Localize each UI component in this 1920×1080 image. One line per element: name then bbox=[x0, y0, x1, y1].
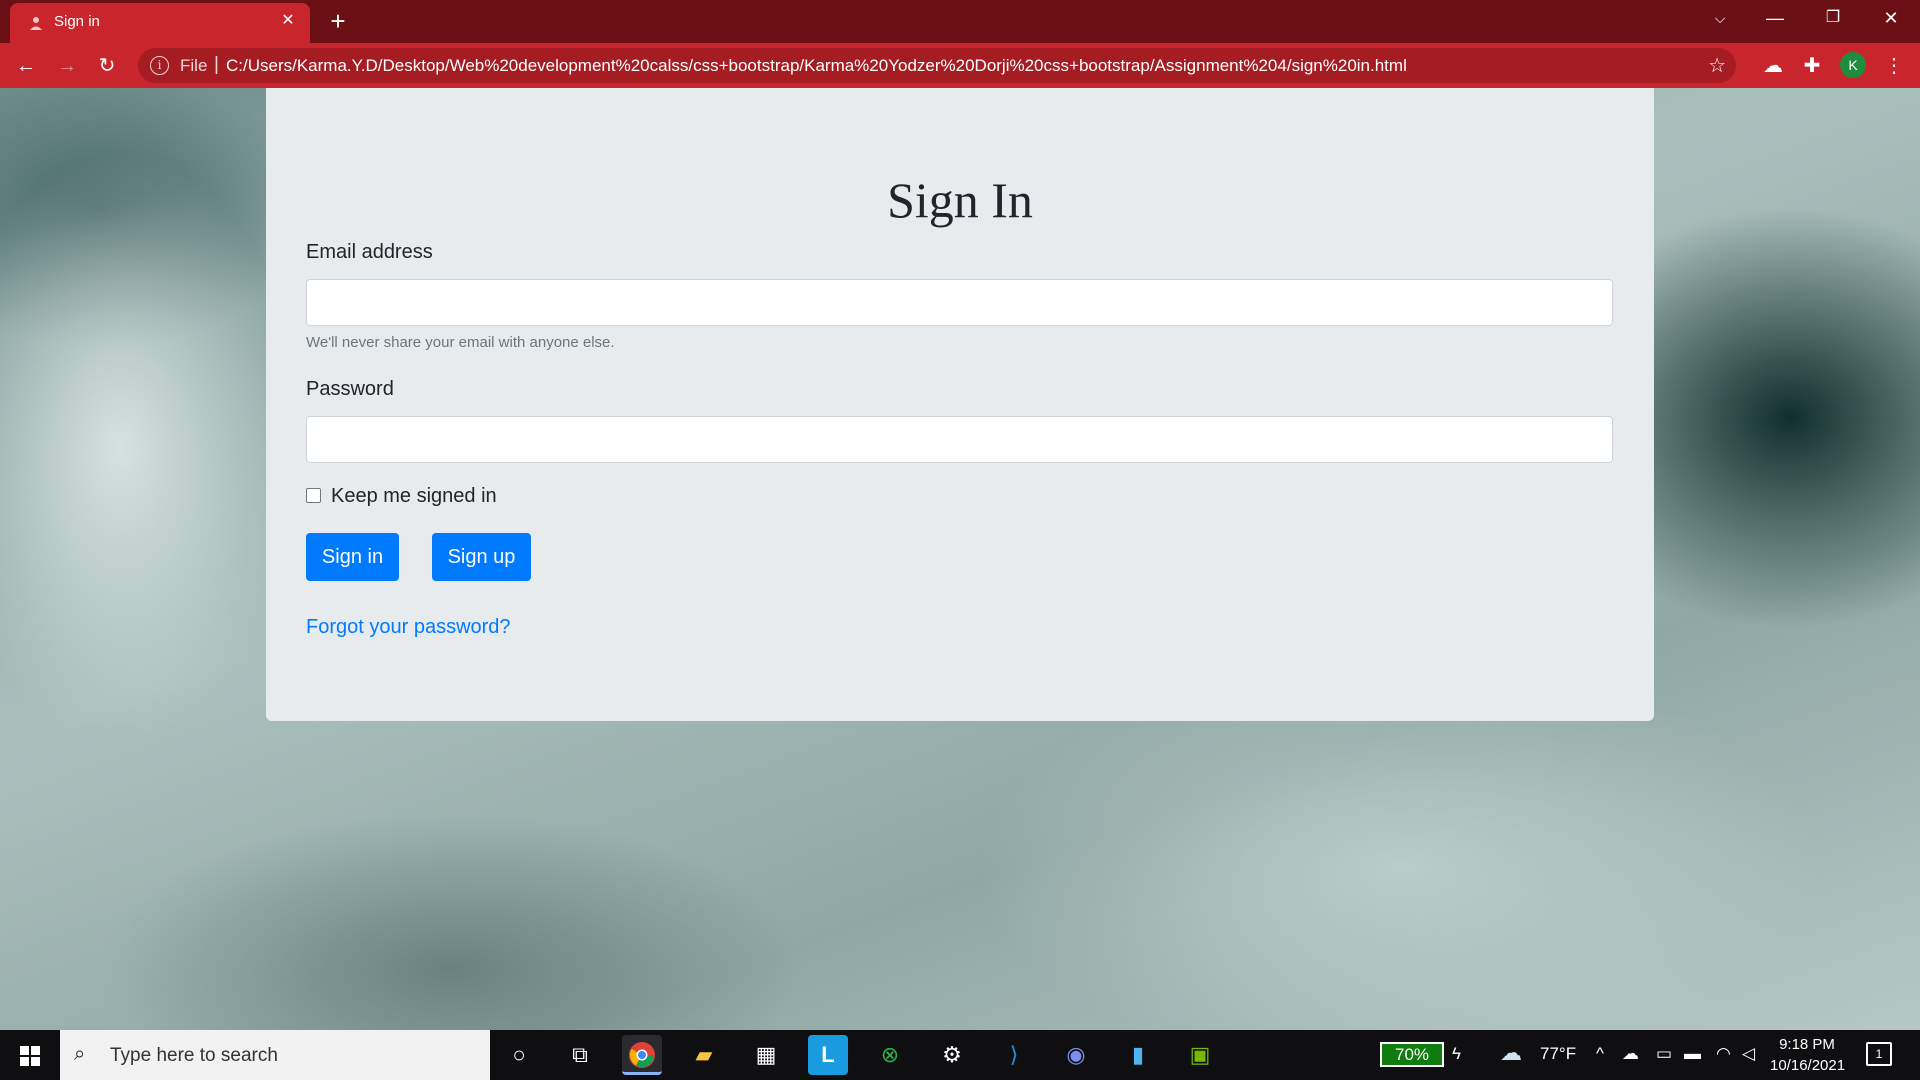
sign-in-card: Sign In Email address We'll never share … bbox=[266, 88, 1654, 721]
search-icon: ⌕ bbox=[74, 1043, 86, 1065]
temperature-text[interactable]: 77°F bbox=[1540, 1044, 1576, 1064]
windows-logo-pane bbox=[31, 1057, 40, 1066]
minimize-button[interactable]: — bbox=[1748, 0, 1802, 38]
meet-now-icon[interactable]: ▭ bbox=[1656, 1044, 1672, 1064]
tab-search-icon[interactable]: ⌵ bbox=[1693, 0, 1747, 38]
bookmark-star-icon[interactable]: ☆ bbox=[1708, 53, 1726, 78]
taskbar-search-box[interactable]: ⌕ Type here to search bbox=[60, 1030, 490, 1080]
extension-icon[interactable]: ☁ bbox=[1758, 51, 1788, 81]
email-field[interactable] bbox=[306, 279, 1613, 326]
profile-avatar[interactable]: K bbox=[1840, 52, 1866, 78]
power-icon[interactable]: ▬ bbox=[1684, 1044, 1701, 1064]
microsoft-store-icon[interactable]: ▦ bbox=[746, 1035, 786, 1075]
restore-button[interactable]: ❐ bbox=[1806, 0, 1860, 38]
password-field[interactable] bbox=[306, 416, 1613, 463]
volume-icon[interactable]: ◁ bbox=[1742, 1044, 1755, 1064]
search-placeholder: Type here to search bbox=[110, 1045, 278, 1066]
steam-icon[interactable]: ⚙ bbox=[932, 1035, 972, 1075]
reload-button[interactable]: ↻ bbox=[91, 50, 123, 82]
lightshot-icon[interactable]: L bbox=[808, 1035, 848, 1075]
browser-tab[interactable]: Sign in ✕ bbox=[10, 3, 310, 43]
start-button[interactable] bbox=[0, 1030, 60, 1080]
sign-up-button[interactable]: Sign up bbox=[432, 533, 531, 581]
file-explorer-icon[interactable]: ▰ bbox=[684, 1035, 724, 1075]
scheme-label: File bbox=[180, 56, 208, 75]
page-background: Sign In Email address We'll never share … bbox=[0, 88, 1920, 1030]
new-tab-button[interactable]: + bbox=[322, 6, 354, 38]
weather-cloud-icon[interactable]: ☁ bbox=[1500, 1040, 1522, 1066]
notepad-icon[interactable]: ▮ bbox=[1118, 1035, 1158, 1075]
forgot-password-link[interactable]: Forgot your password? bbox=[306, 616, 511, 639]
close-window-button[interactable]: ✕ bbox=[1864, 0, 1918, 38]
battery-indicator[interactable]: 70% bbox=[1380, 1042, 1444, 1067]
system-clock[interactable]: 9:18 PM 10/16/2021 bbox=[1770, 1034, 1846, 1076]
chevron-up-icon[interactable]: ^ bbox=[1596, 1044, 1604, 1064]
clock-time: 9:18 PM bbox=[1779, 1036, 1835, 1053]
chrome-logo bbox=[629, 1042, 655, 1068]
discord-icon[interactable]: ◉ bbox=[1056, 1035, 1096, 1075]
windows-taskbar: ⌕ Type here to search ○ ⧉ ▰ ▦ L ⊗ ⚙ ⟩ ◉ … bbox=[0, 1030, 1920, 1080]
tab-title: Sign in bbox=[54, 13, 100, 30]
sign-in-button[interactable]: Sign in bbox=[306, 533, 399, 581]
url-text[interactable]: C:/Users/Karma.Y.D/Desktop/Web%20develop… bbox=[226, 56, 1407, 76]
email-label: Email address bbox=[306, 241, 433, 263]
browser-tab-bar: Sign in ✕ + ⌵ — ❐ ✕ bbox=[0, 0, 1920, 43]
clock-date: 10/16/2021 bbox=[1770, 1057, 1846, 1074]
email-help-text: We'll never share your email with anyone… bbox=[306, 334, 615, 351]
cortana-icon[interactable]: ○ bbox=[499, 1035, 539, 1075]
password-label: Password bbox=[306, 378, 394, 400]
vscode-icon[interactable]: ⟩ bbox=[994, 1035, 1034, 1075]
scheme-separator: | bbox=[214, 54, 219, 75]
windows-logo-pane bbox=[20, 1057, 29, 1066]
extensions-puzzle-icon[interactable]: ✚ bbox=[1797, 51, 1827, 81]
chrome-icon[interactable] bbox=[622, 1035, 662, 1075]
site-info-icon[interactable]: i bbox=[150, 56, 169, 75]
xbox-icon[interactable]: ⊗ bbox=[870, 1035, 910, 1075]
browser-menu-icon[interactable]: ⋮ bbox=[1879, 51, 1909, 81]
forward-button[interactable]: → bbox=[51, 50, 83, 82]
onedrive-icon[interactable]: ☁ bbox=[1622, 1044, 1639, 1064]
keep-signed-in-label[interactable]: Keep me signed in bbox=[331, 485, 497, 508]
address-bar[interactable]: i File | C:/Users/Karma.Y.D/Desktop/Web%… bbox=[138, 48, 1736, 83]
wifi-icon[interactable]: ◠ bbox=[1716, 1044, 1731, 1064]
page-favicon-icon bbox=[30, 17, 42, 30]
windows-logo-pane bbox=[31, 1046, 40, 1055]
back-button[interactable]: ← bbox=[10, 50, 42, 82]
windows-logo-icon bbox=[20, 1046, 29, 1055]
nvidia-icon[interactable]: ▣ bbox=[1180, 1035, 1220, 1075]
charging-icon: ϟ bbox=[1452, 1044, 1461, 1063]
browser-toolbar: ← → ↻ i File | C:/Users/Karma.Y.D/Deskto… bbox=[0, 43, 1920, 88]
task-view-icon[interactable]: ⧉ bbox=[560, 1035, 600, 1075]
page-title: Sign In bbox=[887, 172, 1033, 228]
notification-center-icon[interactable]: 1 bbox=[1866, 1042, 1892, 1066]
close-tab-icon[interactable]: ✕ bbox=[278, 11, 298, 31]
keep-signed-in-checkbox[interactable] bbox=[306, 488, 321, 503]
